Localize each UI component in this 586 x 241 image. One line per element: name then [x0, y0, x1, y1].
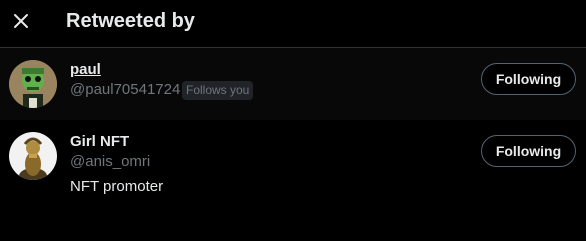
page-title: Retweeted by [66, 10, 195, 32]
green-zombie-avatar-icon [9, 60, 57, 108]
close-icon [14, 14, 28, 28]
user-handle[interactable]: @anis_omri [70, 152, 150, 172]
close-button[interactable] [4, 4, 38, 38]
user-name[interactable]: paul [70, 60, 101, 80]
avatar[interactable] [9, 132, 57, 180]
user-handle[interactable]: @paul70541724 [70, 80, 180, 100]
user-cell[interactable]: Girl NFT @anis_omri NFT promoter Followi… [0, 120, 586, 241]
user-bio: NFT promoter [70, 178, 164, 195]
modal-header: Retweeted by [0, 0, 586, 48]
follows-you-badge: Follows you [182, 81, 254, 100]
following-button[interactable]: Following [481, 135, 576, 167]
avatar[interactable] [9, 60, 57, 108]
user-cell[interactable]: paul @paul70541724 Follows you Following [0, 48, 586, 120]
gold-figure-avatar-icon [9, 132, 57, 180]
following-button[interactable]: Following [481, 63, 576, 95]
user-name[interactable]: Girl NFT [70, 132, 129, 152]
